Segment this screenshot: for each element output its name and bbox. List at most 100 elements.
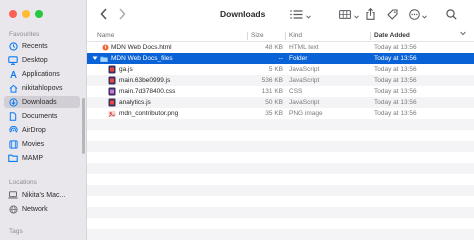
file-row-main-css[interactable]: main.7d378400.css 131 KB CSS Today at 13… <box>87 86 474 97</box>
file-name: main.63be0999.js <box>119 77 171 84</box>
column-header-kind[interactable]: Kind <box>289 32 302 39</box>
window-controls <box>9 10 43 18</box>
favourites-section-title: Favourites <box>9 31 40 38</box>
png-file-icon <box>108 109 116 118</box>
tags-button[interactable] <box>387 9 398 23</box>
empty-row <box>87 152 474 163</box>
file-row-mdn-web-docs-files[interactable]: MDN Web Docs_files -- Folder Today at 13… <box>87 53 474 64</box>
file-row-main-js[interactable]: main.63be0999.js 536 KB JavaScript Today… <box>87 75 474 86</box>
empty-row <box>87 229 474 240</box>
view-options-button[interactable] <box>290 10 311 22</box>
file-row-mdn-web-docs-html[interactable]: MDN Web Docs.html 48 KB HTML text Today … <box>87 42 474 53</box>
column-header-size[interactable]: Size <box>251 32 264 39</box>
disclosure-triangle-icon[interactable] <box>92 55 98 63</box>
empty-row <box>87 196 474 207</box>
sidebar-item-home[interactable]: nikitahlopovs <box>4 82 80 94</box>
file-size: 536 KB <box>261 77 283 84</box>
sidebar-item-label: MAMP <box>22 154 43 162</box>
minimize-window-button[interactable] <box>22 10 30 18</box>
file-name: analytics.js <box>119 99 151 106</box>
file-date-added: Today at 13:56 <box>374 88 417 95</box>
more-actions-button[interactable] <box>409 9 427 23</box>
sidebar-item-applications[interactable]: Applications <box>4 68 80 80</box>
sidebar-item-label: Documents <box>22 112 58 120</box>
laptop-icon <box>7 191 19 199</box>
zoom-window-button[interactable] <box>35 10 43 18</box>
file-row-analytics-js[interactable]: analytics.js 50 KB JavaScript Today at 1… <box>87 97 474 108</box>
empty-row <box>87 185 474 196</box>
column-divider <box>285 32 286 40</box>
empty-row <box>87 207 474 218</box>
sidebar-item-label: Movies <box>22 140 45 148</box>
window-title: Downloads <box>220 9 266 19</box>
file-kind: Folder <box>289 55 308 62</box>
js-file-icon <box>108 65 116 74</box>
close-window-button[interactable] <box>9 10 17 18</box>
file-date-added: Today at 13:56 <box>374 55 417 62</box>
empty-row <box>87 163 474 174</box>
sidebar-item-mac[interactable]: Nikita's Mac... <box>4 189 80 201</box>
file-size: 50 KB <box>265 99 283 106</box>
grid-icon <box>339 10 351 22</box>
sidebar-scrollbar[interactable] <box>82 98 85 154</box>
forward-button[interactable] <box>118 8 126 23</box>
file-name: MDN Web Docs.html <box>111 44 172 51</box>
file-size: -- <box>278 55 283 62</box>
column-header-date-added[interactable]: Date Added <box>374 32 410 39</box>
group-button[interactable] <box>339 10 359 22</box>
tags-section-title: Tags <box>9 228 23 235</box>
html-file-icon <box>101 43 109 52</box>
sidebar-item-label: Recents <box>22 42 48 50</box>
sort-descending-icon <box>460 31 466 38</box>
column-divider <box>370 32 371 40</box>
file-kind: CSS <box>289 88 303 95</box>
sidebar-item-recents[interactable]: Recents <box>4 40 80 52</box>
applications-icon <box>7 70 19 79</box>
sidebar: Favourites Recents Desktop Applications … <box>0 0 87 240</box>
chevron-right-icon <box>118 8 126 23</box>
sidebar-item-network[interactable]: Network <box>4 203 80 215</box>
column-header-name[interactable]: Name <box>97 32 114 39</box>
empty-row <box>87 119 474 130</box>
globe-icon <box>7 204 19 214</box>
file-name: MDN Web Docs_files <box>111 55 173 62</box>
sidebar-item-documents[interactable]: Documents <box>4 110 80 122</box>
finder-window: Favourites Recents Desktop Applications … <box>0 0 474 240</box>
file-size: 48 KB <box>265 44 283 51</box>
file-kind: JavaScript <box>289 66 320 73</box>
file-date-added: Today at 13:56 <box>374 99 417 106</box>
sidebar-item-desktop[interactable]: Desktop <box>4 54 80 66</box>
column-divider <box>247 32 248 40</box>
sidebar-item-label: Downloads <box>22 98 57 106</box>
file-list: MDN Web Docs.html 48 KB HTML text Today … <box>87 42 474 119</box>
js-file-icon <box>108 98 116 107</box>
share-button[interactable] <box>366 7 375 23</box>
sidebar-item-label: Applications <box>22 70 60 78</box>
file-row-mdn-contributor-png[interactable]: mdn_contributor.png 35 KB PNG image Toda… <box>87 108 474 119</box>
empty-list-area[interactable] <box>87 119 474 240</box>
js-file-icon <box>108 76 116 85</box>
film-icon <box>7 139 19 149</box>
search-button[interactable] <box>446 9 457 23</box>
file-size: 131 KB <box>261 88 283 95</box>
desktop-icon <box>7 55 19 65</box>
sidebar-item-label: Desktop <box>22 56 48 64</box>
chevron-down-icon <box>306 10 311 22</box>
css-file-icon <box>108 87 116 96</box>
sidebar-item-label: Network <box>22 205 48 213</box>
file-row-ga-js[interactable]: ga.js 5 KB JavaScript Today at 13:56 <box>87 64 474 75</box>
back-button[interactable] <box>100 8 108 23</box>
sidebar-item-mamp[interactable]: MAMP <box>4 152 80 164</box>
ellipsis-circle-icon <box>409 9 420 23</box>
list-view-icon <box>290 10 303 22</box>
file-date-added: Today at 13:56 <box>374 77 417 84</box>
chevron-left-icon <box>100 8 108 23</box>
locations-section-title: Locations <box>9 179 37 186</box>
sidebar-item-airdrop[interactable]: AirDrop <box>4 124 80 136</box>
sidebar-item-movies[interactable]: Movies <box>4 138 80 150</box>
sidebar-item-downloads[interactable]: Downloads <box>4 96 80 108</box>
file-name: ga.js <box>119 66 133 73</box>
document-icon <box>7 111 19 121</box>
sidebar-item-label: Nikita's Mac... <box>22 191 66 199</box>
empty-row <box>87 218 474 229</box>
